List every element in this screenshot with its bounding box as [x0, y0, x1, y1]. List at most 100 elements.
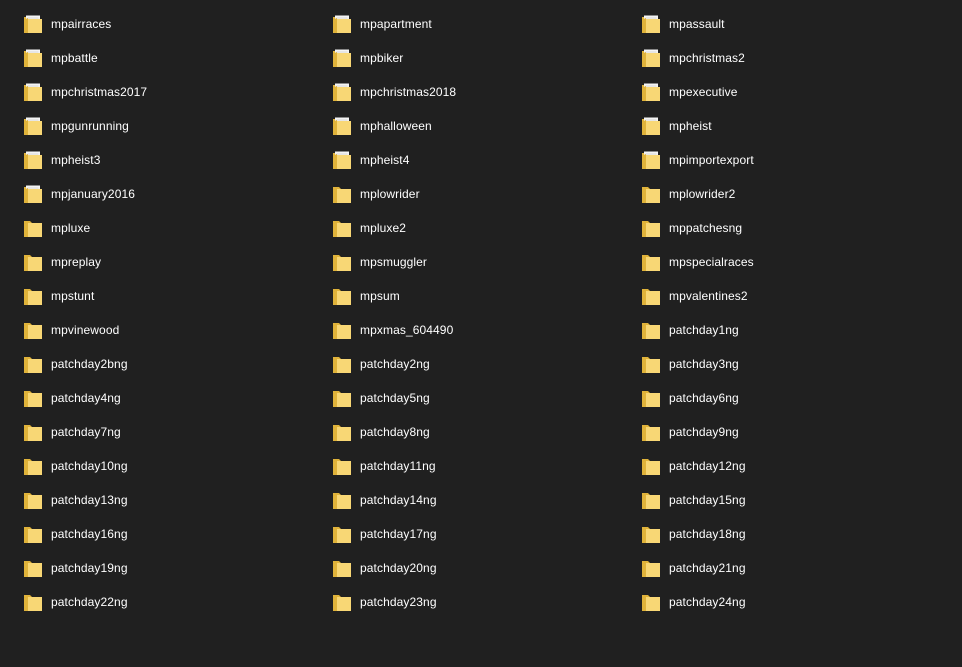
folder-icon: [331, 183, 353, 205]
folder-with-documents-icon: [22, 47, 44, 69]
folder-item[interactable]: patchday18ng: [640, 517, 940, 551]
folder-item[interactable]: mpchristmas2: [640, 41, 940, 75]
folder-name: mpairraces: [51, 17, 112, 31]
folder-item[interactable]: patchday11ng: [331, 449, 631, 483]
folder-item[interactable]: mpsmuggler: [331, 245, 631, 279]
folder-item[interactable]: patchday9ng: [640, 415, 940, 449]
folder-item[interactable]: mpairraces: [22, 7, 322, 41]
folder-item[interactable]: patchday15ng: [640, 483, 940, 517]
folder-item[interactable]: patchday21ng: [640, 551, 940, 585]
folder-icon: [22, 319, 44, 341]
folder-item[interactable]: patchday7ng: [22, 415, 322, 449]
folder-item[interactable]: patchday5ng: [331, 381, 631, 415]
folder-icon: [640, 421, 662, 443]
folder-item[interactable]: mpluxe: [22, 211, 322, 245]
folder-item[interactable]: patchday20ng: [331, 551, 631, 585]
folder-item[interactable]: mpimportexport: [640, 143, 940, 177]
folder-name: mpgunrunning: [51, 119, 129, 133]
folder-name: patchday18ng: [669, 527, 746, 541]
folder-name: patchday14ng: [360, 493, 437, 507]
folder-name: mplowrider: [360, 187, 420, 201]
folder-item[interactable]: mpvalentines2: [640, 279, 940, 313]
folder-name: patchday16ng: [51, 527, 128, 541]
folder-item[interactable]: mplowrider: [331, 177, 631, 211]
folder-item[interactable]: mpheist: [640, 109, 940, 143]
folder-item[interactable]: patchday24ng: [640, 585, 940, 619]
folder-name: patchday11ng: [360, 459, 436, 473]
folder-name: patchday15ng: [669, 493, 746, 507]
folder-with-documents-icon: [331, 13, 353, 35]
folder-name: mpsmuggler: [360, 255, 428, 269]
folder-item[interactable]: patchday17ng: [331, 517, 631, 551]
folder-name: mphalloween: [360, 119, 432, 133]
folder-item[interactable]: mpxmas_604490: [331, 313, 631, 347]
folder-icon: [640, 591, 662, 613]
folder-with-documents-icon: [640, 149, 662, 171]
folder-icon: [22, 285, 44, 307]
folder-name: patchday19ng: [51, 561, 128, 575]
folder-icon: [640, 183, 662, 205]
folder-name: patchday3ng: [669, 357, 739, 371]
folder-item[interactable]: mpassault: [640, 7, 940, 41]
folder-item[interactable]: patchday12ng: [640, 449, 940, 483]
folder-item[interactable]: patchday22ng: [22, 585, 322, 619]
folder-item[interactable]: mpjanuary2016: [22, 177, 322, 211]
folder-item[interactable]: patchday2ng: [331, 347, 631, 381]
folder-name: patchday5ng: [360, 391, 430, 405]
folder-icon: [22, 591, 44, 613]
folder-item[interactable]: mpvinewood: [22, 313, 322, 347]
file-column-3: mpassault mpchristmas2 mpexecutive mpheist m…: [640, 7, 940, 619]
folder-item[interactable]: patchday3ng: [640, 347, 940, 381]
folder-icon: [331, 217, 353, 239]
folder-icon: [331, 353, 353, 375]
folder-item[interactable]: patchday10ng: [22, 449, 322, 483]
folder-item[interactable]: mpbattle: [22, 41, 322, 75]
folder-item[interactable]: mpapartment: [331, 7, 631, 41]
folder-name: mpbattle: [51, 51, 98, 65]
folder-name: mpchristmas2: [669, 51, 745, 65]
folder-icon: [22, 387, 44, 409]
folder-item[interactable]: patchday4ng: [22, 381, 322, 415]
folder-item[interactable]: mpspecialraces: [640, 245, 940, 279]
folder-item[interactable]: mpluxe2: [331, 211, 631, 245]
folder-item[interactable]: mpreplay: [22, 245, 322, 279]
folder-item[interactable]: patchday23ng: [331, 585, 631, 619]
folder-name: mpjanuary2016: [51, 187, 136, 201]
folder-name: mpstunt: [51, 289, 95, 303]
folder-name: mppatchesng: [669, 221, 743, 235]
folder-item[interactable]: mpheist4: [331, 143, 631, 177]
folder-name: patchday12ng: [669, 459, 746, 473]
folder-icon: [22, 421, 44, 443]
folder-item[interactable]: mpchristmas2018: [331, 75, 631, 109]
folder-item[interactable]: mpgunrunning: [22, 109, 322, 143]
folder-item[interactable]: patchday8ng: [331, 415, 631, 449]
folder-name: patchday10ng: [51, 459, 128, 473]
folder-name: patchday7ng: [51, 425, 121, 439]
folder-item[interactable]: mpsum: [331, 279, 631, 313]
folder-item[interactable]: mpstunt: [22, 279, 322, 313]
folder-icon: [22, 557, 44, 579]
folder-item[interactable]: mpchristmas2017: [22, 75, 322, 109]
folder-item[interactable]: mppatchesng: [640, 211, 940, 245]
folder-item[interactable]: mpexecutive: [640, 75, 940, 109]
folder-icon: [640, 353, 662, 375]
folder-icon: [331, 455, 353, 477]
folder-with-documents-icon: [640, 47, 662, 69]
folder-icon: [640, 455, 662, 477]
folder-item[interactable]: patchday6ng: [640, 381, 940, 415]
folder-item[interactable]: patchday1ng: [640, 313, 940, 347]
folder-item[interactable]: patchday19ng: [22, 551, 322, 585]
folder-item[interactable]: mplowrider2: [640, 177, 940, 211]
folder-item[interactable]: patchday13ng: [22, 483, 322, 517]
folder-name: mpxmas_604490: [360, 323, 454, 337]
folder-item[interactable]: patchday2bng: [22, 347, 322, 381]
folder-name: mpapartment: [360, 17, 432, 31]
folder-item[interactable]: mpheist3: [22, 143, 322, 177]
folder-icon: [640, 251, 662, 273]
folder-icon: [640, 557, 662, 579]
folder-item[interactable]: mpbiker: [331, 41, 631, 75]
folder-name: mpheist4: [360, 153, 410, 167]
folder-item[interactable]: patchday14ng: [331, 483, 631, 517]
folder-item[interactable]: mphalloween: [331, 109, 631, 143]
folder-item[interactable]: patchday16ng: [22, 517, 322, 551]
